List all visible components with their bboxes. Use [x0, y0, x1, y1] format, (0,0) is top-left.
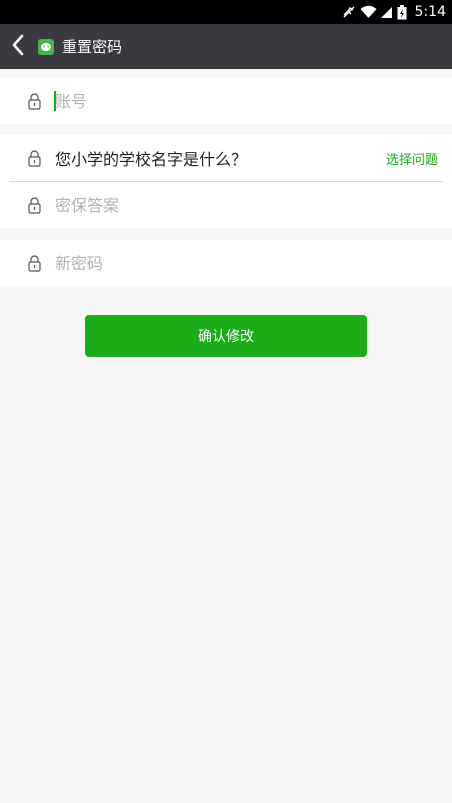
account-input[interactable]	[55, 81, 452, 121]
back-button[interactable]	[2, 24, 34, 69]
status-bar: 5:14	[0, 0, 452, 24]
chevron-left-icon	[11, 34, 25, 60]
wifi-icon	[360, 5, 377, 19]
new-password-input[interactable]	[55, 243, 452, 283]
wechat-icon	[38, 38, 54, 55]
account-group	[0, 78, 452, 124]
signal-icon	[380, 5, 393, 19]
battery-icon	[397, 4, 407, 20]
mute-icon	[342, 5, 356, 19]
text-caret	[54, 91, 56, 111]
lock-icon	[27, 149, 41, 167]
account-row	[0, 78, 452, 124]
title-bar: 重置密码	[0, 24, 452, 69]
password-group	[0, 240, 452, 286]
choose-question-link[interactable]: 选择问题	[386, 149, 438, 168]
lock-icon	[27, 196, 41, 214]
security-question-text: 您小学的学校名字是什么？	[55, 150, 248, 169]
lock-icon	[27, 92, 41, 110]
answer-row	[0, 182, 452, 228]
status-time: 5:14	[414, 4, 446, 20]
page-title: 重置密码	[62, 38, 123, 56]
security-group: 您小学的学校名字是什么？ 选择问题	[0, 135, 452, 228]
answer-input[interactable]	[55, 185, 452, 225]
new-password-row	[0, 240, 452, 286]
confirm-button[interactable]: 确认修改	[85, 315, 367, 357]
lock-icon	[27, 254, 41, 272]
question-row: 您小学的学校名字是什么？ 选择问题	[0, 135, 452, 181]
